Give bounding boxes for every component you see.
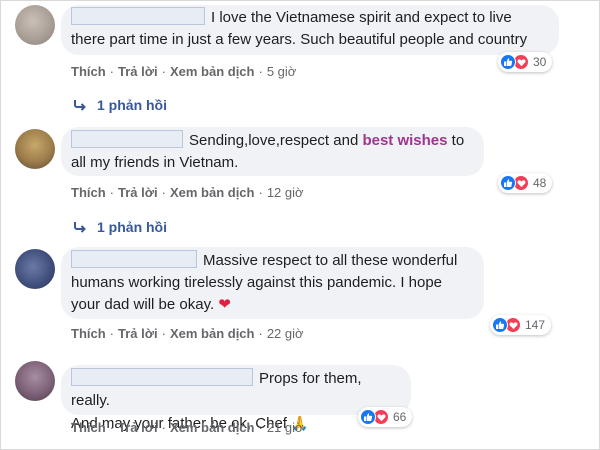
reaction-summary[interactable]: 66 xyxy=(358,407,413,427)
translate-action[interactable]: Xem bản dịch xyxy=(170,420,255,435)
comment-time[interactable]: 12 giờ xyxy=(267,185,304,200)
comment-text-start: Sending,love,respect and xyxy=(189,132,363,149)
comment-bubble: I love the Vietnamese spirit and expect … xyxy=(61,5,559,55)
like-reaction-icon xyxy=(360,409,376,425)
translate-action[interactable]: Xem bản dịch xyxy=(170,185,255,200)
comment-time[interactable]: 22 giờ xyxy=(267,326,304,341)
comment-bubble: Sending,love,respect and best wishes to … xyxy=(61,127,484,176)
comment-time[interactable]: 5 giờ xyxy=(267,64,297,79)
translate-action[interactable]: Xem bản dịch xyxy=(170,64,255,79)
reaction-count: 48 xyxy=(533,176,547,190)
reaction-summary[interactable]: 30 xyxy=(498,52,553,72)
comment-actions: Thích · Trả lời · Xem bản dịch · 5 giờ xyxy=(71,64,297,79)
comment-time[interactable]: 21 giờ xyxy=(267,420,304,435)
replies-count-label: 1 phản hồi xyxy=(97,97,167,113)
reply-arrow-icon xyxy=(73,221,87,233)
comment-bubble: Props for them, really. And may your fat… xyxy=(61,365,411,432)
like-reaction-icon xyxy=(500,175,516,191)
highlighted-phrase: best wishes xyxy=(362,132,448,149)
commenter-avatar[interactable] xyxy=(15,129,55,169)
comment-line-1: Props for them, really. xyxy=(71,368,401,412)
view-replies-link[interactable]: 1 phản hồi xyxy=(73,97,167,113)
like-reaction-icon xyxy=(500,54,516,70)
replies-count-label: 1 phản hồi xyxy=(97,219,167,235)
reply-action[interactable]: Trả lời xyxy=(118,64,158,79)
translate-action[interactable]: Xem bản dịch xyxy=(170,326,255,341)
commenter-name[interactable] xyxy=(71,250,197,268)
like-action[interactable]: Thích xyxy=(71,420,106,435)
like-reaction-icon xyxy=(492,317,508,333)
commenter-name[interactable] xyxy=(71,368,253,386)
comment-actions: Thích · Trả lời · Xem bản dịch · 21 giờ xyxy=(71,420,304,435)
reply-arrow-icon xyxy=(73,99,87,111)
commenter-name[interactable] xyxy=(71,7,205,25)
comment-actions: Thích · Trả lời · Xem bản dịch · 12 giờ xyxy=(71,185,304,200)
like-action[interactable]: Thích xyxy=(71,326,106,341)
commenter-avatar[interactable] xyxy=(15,5,55,45)
red-heart-emoji: ❤ xyxy=(218,296,231,313)
reaction-summary[interactable]: 147 xyxy=(490,315,552,335)
commenter-avatar[interactable] xyxy=(15,361,55,401)
reaction-count: 30 xyxy=(533,55,547,69)
view-replies-link[interactable]: 1 phản hồi xyxy=(73,219,167,235)
like-action[interactable]: Thích xyxy=(71,185,106,200)
reply-action[interactable]: Trả lời xyxy=(118,326,158,341)
comment-bubble: Massive respect to all these wonderful h… xyxy=(61,247,484,319)
commenter-name[interactable] xyxy=(71,130,183,148)
reply-action[interactable]: Trả lời xyxy=(118,420,158,435)
reaction-count: 147 xyxy=(525,318,546,332)
comment-actions: Thích · Trả lời · Xem bản dịch · 22 giờ xyxy=(71,326,304,341)
reaction-count: 66 xyxy=(393,410,407,424)
reaction-summary[interactable]: 48 xyxy=(498,173,553,193)
commenter-avatar[interactable] xyxy=(15,249,55,289)
like-action[interactable]: Thích xyxy=(71,64,106,79)
reply-action[interactable]: Trả lời xyxy=(118,185,158,200)
